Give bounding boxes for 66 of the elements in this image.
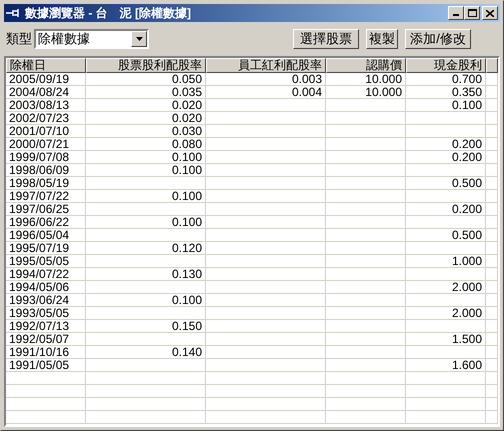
table-cell: 0.200 [406, 138, 486, 151]
table-cell: 0.100 [86, 164, 206, 177]
column-header[interactable]: 現金股利 [406, 58, 486, 73]
table-cell: 0.100 [86, 151, 206, 164]
table-cell: 0.120 [86, 242, 206, 255]
table-cell: 0.200 [406, 151, 486, 164]
type-label: 類型 [6, 30, 32, 48]
table-cell: 1995/07/19 [6, 242, 86, 255]
column-header[interactable]: 股票股利配股率 [86, 58, 206, 73]
table-cell: 1997/06/25 [6, 203, 86, 216]
table-cell: 1993/05/05 [6, 307, 86, 320]
table-cell: 0.500 [406, 229, 486, 242]
type-dropdown[interactable]: 除權數據 [34, 29, 149, 49]
toolbar-button[interactable]: 複製 [366, 29, 398, 49]
table-cell: 0.020 [86, 99, 206, 112]
table-cell: 2000/07/21 [6, 138, 86, 151]
table-cell: 10.000 [326, 73, 406, 86]
column-header[interactable]: 除權日 [6, 58, 86, 73]
table-cell: 2005/09/19 [6, 73, 86, 86]
toolbar-button[interactable]: 選擇股票 [293, 29, 359, 49]
table-cell: 0.130 [86, 268, 206, 281]
table-cell: 1998/06/09 [6, 164, 86, 177]
table-cell: 0.004 [206, 86, 326, 99]
table-cell: 0.003 [206, 73, 326, 86]
table-cell: 2002/07/23 [6, 112, 86, 125]
table-cell: 2.000 [406, 281, 486, 294]
table-cell: 1992/07/13 [6, 320, 86, 333]
table-cell: 1.000 [406, 255, 486, 268]
table-cell: 1994/07/22 [6, 268, 86, 281]
table-cell: 1991/10/16 [6, 346, 86, 359]
table-cell: 0.080 [86, 138, 206, 151]
table-cell: 1994/05/06 [6, 281, 86, 294]
column-header[interactable]: 認購價 [326, 58, 406, 73]
table-cell: 1991/05/05 [6, 359, 86, 372]
table-cell: 0.020 [86, 112, 206, 125]
table-cell: 1997/07/22 [6, 190, 86, 203]
toolbar-button[interactable]: 添加/修改 [405, 29, 471, 49]
table-cell: 1999/07/08 [6, 151, 86, 164]
table-cell: 0.700 [406, 73, 486, 86]
table-cell: 0.350 [406, 86, 486, 99]
table-cell: 10.000 [326, 86, 406, 99]
table-cell: 1992/05/07 [6, 333, 86, 346]
table-cell: 2.000 [406, 307, 486, 320]
table-cell: 0.100 [86, 216, 206, 229]
table-cell: 0.100 [406, 99, 486, 112]
table-cell: 1996/05/04 [6, 229, 86, 242]
table-cell: 1996/06/22 [6, 216, 86, 229]
table-cell: 0.500 [406, 177, 486, 190]
column-header[interactable]: 員工紅利配股率 [206, 58, 326, 73]
table-cell: 2001/07/10 [6, 125, 86, 138]
table-cell: 1995/05/05 [6, 255, 86, 268]
table-cell: 0.100 [86, 190, 206, 203]
table-cell: 2004/08/24 [6, 86, 86, 99]
table-cell: 0.140 [86, 346, 206, 359]
table-cell: 1998/05/19 [6, 177, 86, 190]
table-cell: 0.150 [86, 320, 206, 333]
table-cell: 0.030 [86, 125, 206, 138]
table-cell: 0.050 [86, 73, 206, 86]
table-cell: 1993/06/24 [6, 294, 86, 307]
table-cell: 0.200 [406, 203, 486, 216]
table-cell: 1.500 [406, 333, 486, 346]
table-cell: 0.100 [86, 294, 206, 307]
table-cell: 2003/08/13 [6, 99, 86, 112]
window-title: 數據瀏覽器 - 台 泥 [除權數據] [25, 6, 191, 20]
table-cell: 0.035 [86, 86, 206, 99]
table-cell: 1.600 [406, 359, 486, 372]
